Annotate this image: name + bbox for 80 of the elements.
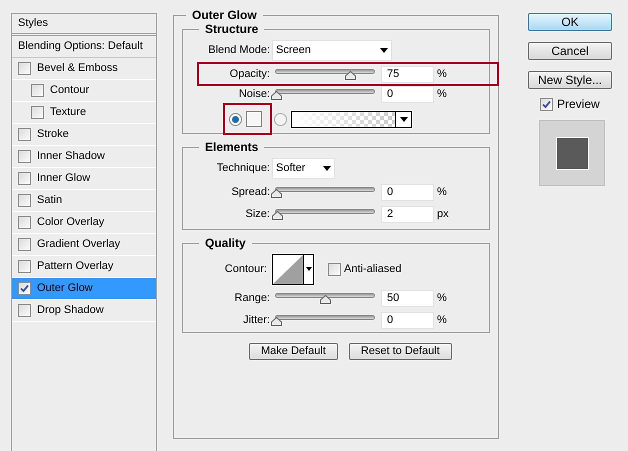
sidebar-item[interactable]: Gradient Overlay bbox=[12, 234, 156, 256]
section-title: Quality bbox=[204, 235, 247, 252]
checkbox[interactable] bbox=[18, 216, 31, 229]
checkbox[interactable] bbox=[18, 238, 31, 251]
unit-label: % bbox=[437, 66, 447, 82]
checkmark-icon bbox=[20, 284, 29, 293]
preview-thumbnail bbox=[539, 120, 605, 186]
radio-button[interactable] bbox=[229, 112, 242, 126]
unit-label: % bbox=[437, 290, 447, 306]
gradient-picker[interactable] bbox=[291, 110, 412, 128]
sidebar-item[interactable]: Texture bbox=[12, 102, 156, 124]
dropdown-arrow-icon bbox=[380, 48, 388, 52]
checkbox[interactable] bbox=[31, 106, 44, 119]
sidebar-item[interactable]: Drop Shadow bbox=[12, 300, 156, 322]
checkbox[interactable] bbox=[31, 84, 44, 97]
color-swatch[interactable] bbox=[246, 111, 262, 127]
dropdown[interactable]: Softer bbox=[272, 158, 335, 178]
checkmark-icon bbox=[542, 100, 551, 108]
value-field[interactable]: 0 bbox=[381, 312, 434, 328]
checkbox[interactable] bbox=[18, 282, 31, 295]
sidebar-item[interactable]: Contour bbox=[12, 80, 156, 102]
sidebar-title: Styles bbox=[12, 14, 156, 36]
checkbox[interactable] bbox=[18, 304, 31, 317]
sidebar-item[interactable]: Inner Glow bbox=[12, 168, 156, 190]
value-field[interactable]: 50 bbox=[381, 290, 434, 306]
anti-aliased-label: Anti-aliased bbox=[344, 262, 402, 277]
dropdown-arrow-icon bbox=[306, 267, 312, 271]
unit-label: % bbox=[437, 184, 447, 200]
slider-label: Noise: bbox=[238, 86, 271, 102]
contour-label: Contour: bbox=[224, 262, 268, 277]
dialog-button[interactable]: New Style... bbox=[528, 71, 612, 89]
dropdown-arrow-icon bbox=[323, 166, 331, 170]
panel-button[interactable]: Make Default bbox=[249, 343, 338, 360]
blend-mode-label: Blend Mode: bbox=[207, 42, 271, 58]
contour-curve-icon bbox=[273, 254, 303, 284]
value-field[interactable]: 2 bbox=[381, 206, 434, 222]
unit-label: % bbox=[437, 86, 447, 102]
sidebar-item[interactable]: Stroke bbox=[12, 124, 156, 146]
checkbox[interactable] bbox=[18, 128, 31, 141]
sidebar-item[interactable]: Blending Options: Default bbox=[12, 36, 156, 58]
dialog-button[interactable]: OK bbox=[528, 13, 612, 31]
slider-thumb[interactable] bbox=[344, 70, 356, 80]
dropdown[interactable]: Screen bbox=[272, 40, 392, 60]
panel-button[interactable]: Reset to Default bbox=[348, 343, 452, 360]
value-field[interactable]: 0 bbox=[381, 86, 434, 102]
slider-thumb[interactable] bbox=[271, 316, 282, 326]
preview-label: Preview bbox=[557, 96, 600, 113]
checkbox[interactable] bbox=[540, 98, 553, 110]
unit-label: % bbox=[437, 312, 447, 328]
sidebar-item[interactable]: Color Overlay bbox=[12, 212, 156, 234]
checkbox[interactable] bbox=[18, 62, 31, 75]
dropdown-arrow-icon bbox=[400, 116, 408, 122]
checkbox[interactable] bbox=[18, 172, 31, 185]
technique-label: Technique: bbox=[216, 160, 271, 176]
slider-thumb[interactable] bbox=[271, 188, 282, 198]
value-field[interactable]: 0 bbox=[381, 184, 434, 200]
contour-picker[interactable] bbox=[272, 254, 314, 284]
slider-label: Jitter: bbox=[242, 312, 271, 328]
sidebar-item[interactable]: Bevel & Emboss bbox=[12, 58, 156, 80]
sidebar-item[interactable]: Satin bbox=[12, 190, 156, 212]
value-field[interactable]: 75 bbox=[381, 66, 434, 82]
slider-label: Range: bbox=[234, 290, 271, 306]
section-title: Structure bbox=[204, 21, 260, 38]
slider-label: Spread: bbox=[230, 184, 271, 200]
checkbox[interactable] bbox=[18, 194, 31, 207]
checkbox[interactable] bbox=[328, 262, 341, 276]
section-title: Elements bbox=[204, 139, 260, 156]
sidebar-item[interactable]: Outer Glow bbox=[12, 278, 156, 300]
checkbox[interactable] bbox=[18, 260, 31, 273]
slider-label: Size: bbox=[244, 206, 271, 222]
slider-label: Opacity: bbox=[228, 66, 271, 82]
sidebar-item[interactable]: Inner Shadow bbox=[12, 146, 156, 168]
dialog-button[interactable]: Cancel bbox=[528, 42, 612, 60]
slider-thumb[interactable] bbox=[271, 90, 282, 100]
checkbox[interactable] bbox=[18, 150, 31, 163]
radio-button[interactable] bbox=[274, 112, 287, 126]
slider-thumb[interactable] bbox=[320, 294, 331, 304]
unit-label: px bbox=[437, 206, 449, 222]
slider-thumb[interactable] bbox=[272, 210, 283, 220]
panel-title: Outer Glow bbox=[191, 7, 258, 24]
